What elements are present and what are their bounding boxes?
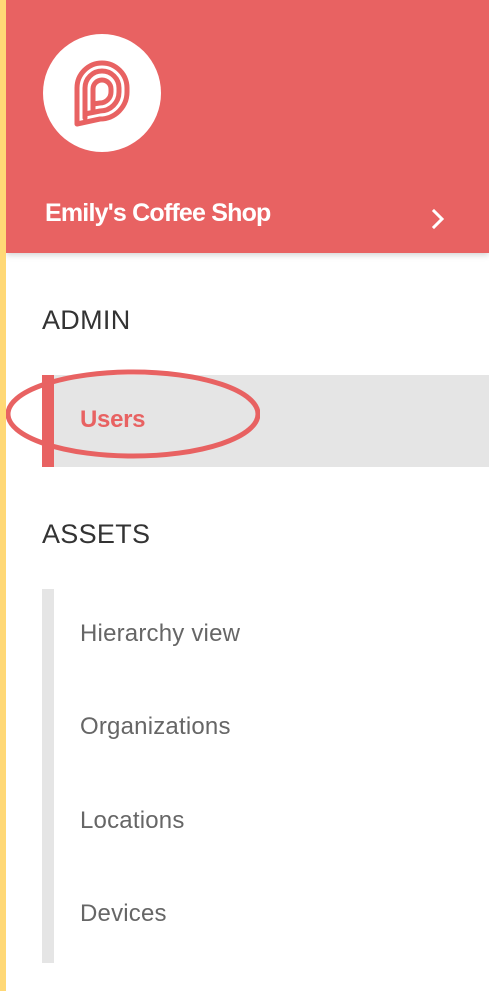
nav-item-devices[interactable]: Devices (80, 900, 167, 928)
nav-item-users[interactable]: Users (42, 375, 489, 467)
org-name[interactable]: Emily's Coffee Shop (45, 199, 271, 228)
org-header: Emily's Coffee Shop (6, 0, 489, 253)
assets-group-bar (42, 589, 54, 963)
active-indicator (42, 375, 54, 467)
nav-item-locations[interactable]: Locations (80, 807, 185, 835)
chevron-right-icon[interactable] (427, 206, 449, 232)
nav-item-label: Users (80, 406, 146, 433)
sidebar: Emily's Coffee Shop ADMIN Users ASSETS H… (6, 0, 489, 991)
nav-item-organizations[interactable]: Organizations (80, 713, 231, 741)
section-label-admin: ADMIN (42, 305, 131, 335)
brand-logo-icon (43, 34, 161, 152)
nav-item-hierarchy-view[interactable]: Hierarchy view (80, 620, 240, 648)
section-label-assets: ASSETS (42, 519, 151, 549)
